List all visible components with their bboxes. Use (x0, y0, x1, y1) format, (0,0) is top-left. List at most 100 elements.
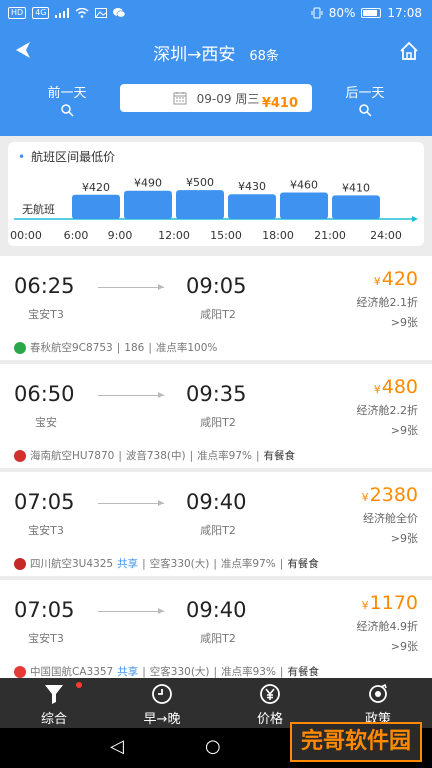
date-text: 09-09 周三 (196, 91, 260, 106)
filter-icon (45, 685, 63, 704)
price-chart-card: 航班区间最低价 无航班¥420¥490¥500¥430¥460¥41000:00… (8, 142, 424, 246)
meal-info: 有餐食 (287, 666, 319, 678)
image-icon (95, 8, 108, 18)
status-right: 80% 17:08 (311, 6, 422, 20)
flight-price: ¥1170 (362, 592, 418, 614)
aircraft-type: 186 (124, 341, 145, 354)
chart-bar[interactable] (124, 190, 172, 219)
nav-sort-price[interactable]: 价格 (216, 678, 324, 728)
route-arrow (98, 500, 164, 506)
x-tick-label: 21:00 (314, 229, 346, 242)
arrival-time: 09:40 (186, 598, 247, 622)
notification-dot (76, 682, 82, 688)
cabin-discount: 经济舱2.2折 (356, 404, 419, 417)
arrival-time: 09:40 (186, 490, 247, 514)
aircraft-type: 空客330(大) (149, 666, 210, 678)
x-tick-label: 18:00 (262, 229, 294, 242)
bar-value-label: ¥500 (186, 176, 214, 189)
next-day-label: 后一天 (345, 86, 385, 101)
status-left: HD 4G (8, 7, 126, 19)
calendar-icon (173, 92, 187, 105)
airline-flight-number: 海南航空HU7870 (30, 450, 115, 462)
aircraft-type: 波音738(中) (125, 450, 186, 462)
policy-icon (369, 683, 387, 703)
flight-card[interactable]: 06:25 09:05 宝安T3 咸阳T2 ¥420 经济舱2.1折 >9张 春… (0, 256, 432, 360)
aircraft-type: 空客330(大) (149, 558, 210, 570)
watermark-logo: 完哥软件园 (290, 722, 422, 762)
flight-price: ¥2380 (362, 484, 418, 506)
flight-count: 68条 (249, 49, 279, 64)
flight-price: ¥480 (374, 376, 418, 398)
signal-icon (55, 8, 70, 18)
chart-bar[interactable] (228, 194, 276, 219)
airline-flight-number: 中国国航CA3357 (30, 666, 114, 678)
bar-value-label: ¥460 (290, 178, 318, 191)
separator: | (116, 341, 121, 354)
flight-card[interactable]: 07:05 09:40 宝安T3 咸阳T2 ¥2380 经济舱全价 >9张 四川… (0, 472, 432, 576)
chart-bar[interactable] (176, 190, 224, 219)
price-value: 420 (381, 268, 418, 290)
departure-airport: 宝安T3 (28, 524, 64, 537)
meal-info: 有餐食 (263, 450, 296, 462)
airline-logo-icon (14, 665, 26, 678)
separator: | (142, 557, 146, 570)
punctuality-rate: 准点率97% (197, 450, 252, 462)
route-arrow (98, 392, 164, 398)
chart-axis-arrow (412, 216, 418, 222)
nav-sort-time[interactable]: 早→晚 (108, 678, 216, 728)
departure-time: 07:05 (14, 490, 75, 514)
flight-price: ¥420 (374, 268, 418, 290)
chart-bar[interactable] (280, 192, 328, 219)
back-triangle-icon[interactable]: ◁ (110, 736, 124, 757)
separator: | (213, 665, 218, 678)
vibrate-icon (311, 7, 323, 19)
price-value: 1170 (369, 592, 418, 614)
airline-flight-number: 春秋航空9C8753 (30, 342, 113, 354)
date-selector[interactable]: 09-09 周三 ¥410 (120, 84, 312, 112)
departure-time: 06:50 (14, 382, 75, 406)
prev-day-button[interactable]: 前一天 (32, 82, 102, 117)
nav-sort-overall[interactable]: 综合 (0, 678, 108, 728)
seats-left: >9张 (390, 532, 418, 545)
clock-icon (152, 684, 172, 704)
chart-bar[interactable] (332, 195, 380, 219)
chart-bar[interactable] (72, 194, 120, 219)
flight-card[interactable]: 07:05 09:40 宝安T3 咸阳T2 ¥1170 经济舱4.9折 >9张 … (0, 580, 432, 684)
network-chip: 4G (32, 7, 50, 19)
date-lowest-price: ¥410 (261, 96, 298, 111)
punctuality-rate: 准点率93% (221, 666, 276, 678)
separator: | (118, 449, 122, 462)
home-icon[interactable] (398, 40, 420, 62)
battery-percent: 80% (328, 6, 356, 20)
flight-info: 春秋航空9C8753 | 186 | 准点率100% (14, 340, 217, 355)
clock-time: 17:08 (387, 6, 422, 20)
cabin-discount: 经济舱4.9折 (356, 620, 419, 633)
yen-symbol: ¥ (361, 491, 369, 504)
nav-label: 价格 (256, 712, 283, 727)
departure-airport: 宝安 (35, 416, 57, 429)
seats-left: >9张 (390, 640, 418, 653)
departure-time: 07:05 (14, 598, 75, 622)
arrival-time: 09:05 (186, 274, 247, 298)
bar-value-label: ¥490 (134, 177, 162, 190)
airline-flight-number: 四川航空3U4325 (30, 558, 114, 570)
airline-logo-icon (14, 557, 26, 570)
route-arrow (98, 608, 164, 614)
airline-logo-icon (14, 341, 26, 354)
arrival-airport: 咸阳T2 (200, 308, 236, 321)
separator: | (148, 341, 152, 354)
x-tick-label: 15:00 (210, 229, 242, 242)
cabin-discount: 经济舱2.1折 (356, 296, 419, 309)
next-day-button[interactable]: 后一天 (330, 82, 400, 117)
arrival-airport: 咸阳T2 (200, 416, 236, 429)
nav-policy[interactable]: 政策 (324, 678, 432, 728)
nav-label: 早→晚 (143, 712, 181, 727)
yen-symbol: ¥ (373, 275, 381, 288)
seats-left: >9张 (390, 424, 418, 437)
flight-list: 06:25 09:05 宝安T3 咸阳T2 ¥420 经济舱2.1折 >9张 春… (0, 256, 432, 688)
no-flight-label: 无航班 (22, 202, 55, 216)
airline-logo-icon (14, 449, 26, 462)
x-tick-label: 24:00 (370, 229, 402, 242)
flight-card[interactable]: 06:50 09:35 宝安 咸阳T2 ¥480 经济舱2.2折 >9张 海南航… (0, 364, 432, 468)
home-circle-icon[interactable]: ○ (205, 736, 221, 757)
